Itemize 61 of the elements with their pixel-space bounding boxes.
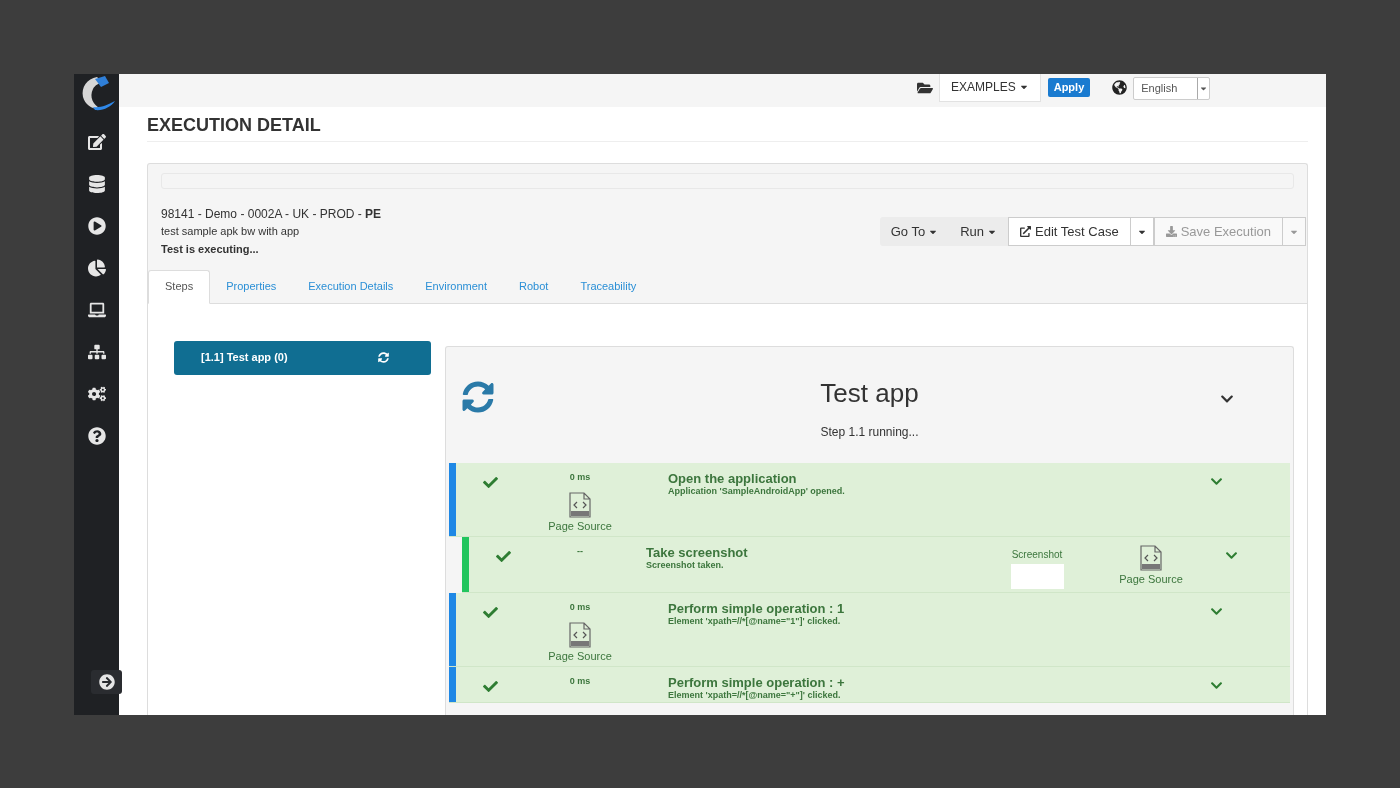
database-icon[interactable] <box>87 174 106 193</box>
examples-dropdown[interactable]: EXAMPLES <box>939 73 1041 102</box>
check-icon <box>496 548 511 564</box>
edit-icon[interactable] <box>87 132 106 151</box>
duration-text: -- <box>577 544 583 558</box>
check-icon <box>483 474 498 490</box>
tab[interactable]: Execution Details <box>292 269 410 304</box>
step-title: Test app <box>820 376 919 409</box>
sync-icon <box>378 352 389 363</box>
dropdown-toggle[interactable] <box>1130 217 1154 246</box>
action-title: Open the application <box>668 470 797 486</box>
collapse-button[interactable] <box>91 669 122 694</box>
screenshot-thumbnail[interactable] <box>1010 563 1064 589</box>
action-title: Take screenshot <box>646 544 749 560</box>
screenshot-label: Screenshot <box>1011 547 1063 562</box>
check-icon <box>483 678 498 694</box>
tab[interactable]: Robot <box>503 269 565 304</box>
pie-chart-icon[interactable] <box>87 258 106 277</box>
duration-text: 0 ms <box>569 600 591 614</box>
html-file-icon <box>569 622 591 648</box>
gears-icon[interactable] <box>87 384 106 403</box>
action-message: Element 'xpath=//*[@name="+"]' clicked. <box>668 689 842 701</box>
execution-title: 98141 - Demo - 0002A - UK - PROD - PE <box>161 205 383 222</box>
sitemap-icon[interactable] <box>87 342 106 361</box>
external-link-icon <box>1020 226 1032 237</box>
execution-status: Test is executing... <box>161 241 260 257</box>
menu-button[interactable]: Go To <box>879 217 950 246</box>
action-title: Perform simple operation : + <box>668 674 846 690</box>
menu-button[interactable]: Run <box>949 217 1009 246</box>
language-select[interactable]: English <box>1133 76 1211 100</box>
step-item[interactable]: [1.1] Test app (0) <box>174 340 431 375</box>
page-source-link[interactable]: Page Source <box>1119 570 1183 587</box>
help-icon[interactable] <box>87 426 106 445</box>
page-source-link[interactable]: Page Source <box>548 518 612 535</box>
duration-text: 0 ms <box>569 674 591 688</box>
action-message: Application 'SampleAndroidApp' opened. <box>668 485 846 497</box>
apply-button[interactable]: Apply <box>1047 77 1091 97</box>
check-icon <box>483 604 498 620</box>
html-file-icon <box>1140 544 1162 571</box>
control-status-bar <box>462 536 469 592</box>
laptop-icon[interactable] <box>87 300 106 319</box>
action-title: Perform simple operation : 1 <box>668 600 846 616</box>
tab[interactable]: Properties <box>210 269 293 304</box>
globe-icon <box>1112 79 1128 95</box>
step-status: Step 1.1 running... <box>820 423 919 441</box>
tab[interactable]: Steps <box>148 269 211 304</box>
play-icon[interactable] <box>87 216 106 235</box>
page-title: EXECUTION DETAIL <box>147 113 322 137</box>
html-file-icon <box>569 492 591 518</box>
execution-description: test sample apk bw with app <box>161 223 301 239</box>
tab[interactable]: Traceability <box>564 269 653 304</box>
edit-button[interactable]: Edit Test Case <box>1008 217 1131 246</box>
arrow-right-icon <box>98 673 115 690</box>
download-icon <box>1165 226 1177 237</box>
page-source-link[interactable]: Page Source <box>548 648 612 665</box>
action-message: Screenshot taken. <box>646 559 725 571</box>
tab[interactable]: Environment <box>409 269 504 304</box>
duration-text: 0 ms <box>569 470 591 484</box>
action-message: Element 'xpath=//*[@name="1"]' clicked. <box>668 615 842 627</box>
sync-icon <box>462 380 494 413</box>
dropdown-toggle[interactable] <box>1283 217 1306 246</box>
